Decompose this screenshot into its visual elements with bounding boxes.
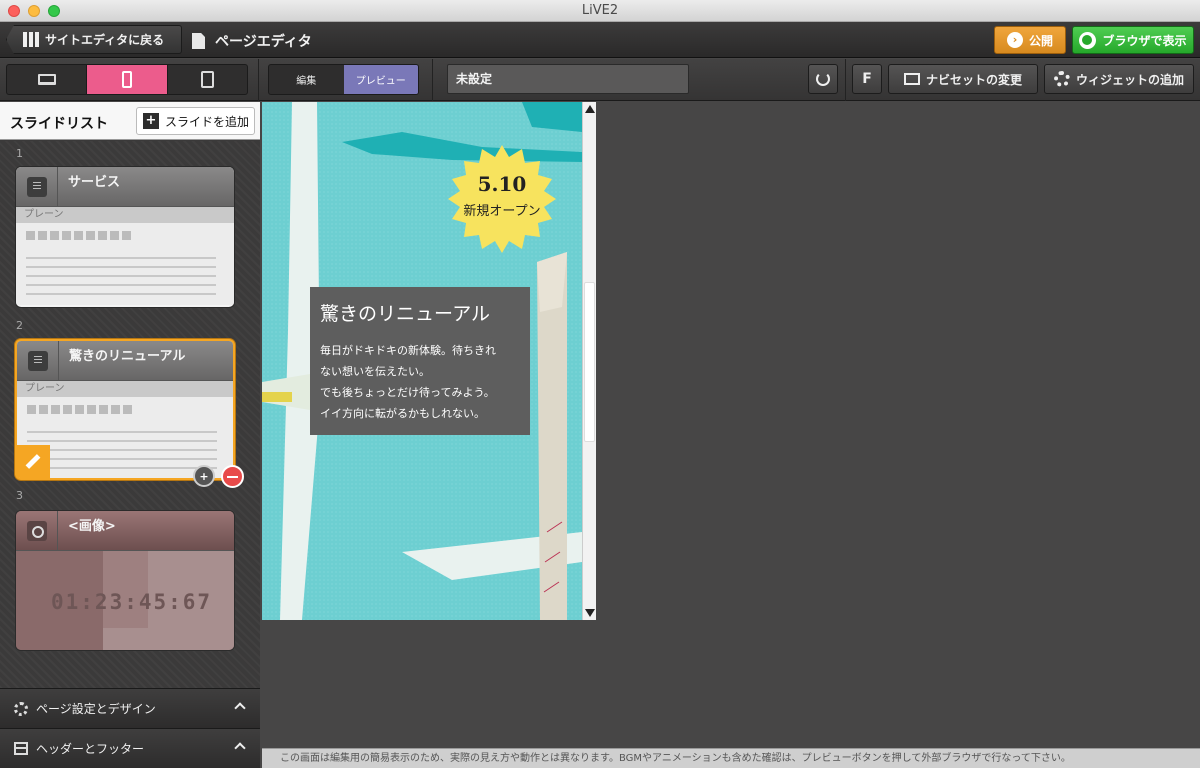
header-footer-icon — [14, 742, 28, 755]
publish-button[interactable]: › 公開 — [994, 26, 1066, 54]
slide-card-service[interactable]: サービス プレーン — [15, 166, 235, 308]
tablet-view-button[interactable] — [168, 65, 247, 94]
page-icon — [192, 33, 205, 49]
app-window: LiVE2 サイトエディタに戻る ページエディタ › 公開 ブラウザで表示 編集… — [0, 0, 1200, 768]
header-footer-label: ヘッダーとフッター — [36, 742, 145, 756]
camera-icon — [26, 521, 47, 541]
navset-label: ナビセットの変更 — [925, 72, 1022, 87]
chevron-up-icon — [234, 702, 246, 714]
page-editor-title: ページエディタ — [215, 34, 312, 50]
header-footer-panel-toggle[interactable]: ヘッダーとフッター — [0, 728, 260, 768]
slide-card-header: <画像> — [16, 511, 234, 551]
device-switcher — [6, 64, 248, 95]
body-line: 毎日がドキドキの新体験。待ちきれ — [320, 344, 496, 357]
navigation-icon — [903, 73, 920, 85]
duplicate-slide-button[interactable]: + — [193, 465, 215, 487]
scroll-down-arrow-icon[interactable] — [585, 609, 595, 617]
globe-icon — [1079, 31, 1097, 49]
laptop-icon — [37, 74, 56, 85]
preview-body: 毎日がドキドキの新体験。待ちきれ ない想いを伝えたい。 でも後ちょっとだけ待って… — [320, 340, 520, 424]
slide-thumbnail — [16, 223, 234, 305]
slide-title: 驚きのリニューアル — [69, 349, 186, 364]
add-widget-button[interactable]: ウィジェットの追加 — [1044, 64, 1194, 94]
body-line: でも後ちょっとだけ待ってみよう。 — [320, 386, 495, 399]
publish-label: 公開 — [1028, 33, 1053, 48]
browser-label: ブラウザで表示 — [1102, 33, 1187, 48]
preview-mode-button[interactable]: プレビュー — [343, 65, 418, 94]
desktop-view-button[interactable] — [7, 65, 88, 94]
view-in-browser-button[interactable]: ブラウザで表示 — [1072, 26, 1194, 54]
slide-subtitle: プレーン — [16, 207, 234, 223]
slide-number: 1 — [16, 147, 23, 160]
slide-sidebar: スライドリスト + スライドを追加 1 サービス プレーン 2 驚きのリニューア… — [0, 102, 260, 768]
site-editor-icon — [23, 32, 39, 47]
page-settings-panel-toggle[interactable]: ページ設定とデザイン — [0, 688, 260, 728]
body-line: イイ方向に転がるかもしれない。 — [320, 407, 485, 420]
add-slide-label: スライドを追加 — [165, 114, 250, 129]
document-icon — [27, 351, 48, 371]
smartphone-view-button[interactable] — [87, 65, 168, 94]
timer-display: 01:23:45:67 — [51, 590, 213, 614]
scroll-up-arrow-icon[interactable] — [585, 105, 595, 113]
tablet-icon — [200, 71, 214, 88]
edit-slide-button[interactable] — [15, 445, 50, 478]
text-placeholder — [27, 405, 132, 414]
slide-type-icon-box — [17, 341, 59, 381]
page-name-field[interactable]: 未設定 — [447, 64, 689, 94]
toolbar-divider — [845, 59, 846, 101]
refresh-icon — [816, 72, 830, 86]
slide-type-icon-box — [16, 167, 58, 207]
slide-title: サービス — [68, 175, 121, 190]
refresh-button[interactable] — [808, 64, 838, 94]
slide-subtitle: プレーン — [17, 381, 233, 397]
widget-label: ウィジェットの追加 — [1075, 72, 1184, 87]
publish-icon: › — [1006, 32, 1023, 48]
back-button-label: サイトエディタに戻る — [45, 33, 165, 47]
gear-icon — [14, 701, 28, 716]
window-title: LiVE2 — [581, 3, 619, 18]
preview-scrollbar[interactable] — [582, 102, 596, 620]
slide-number: 3 — [16, 489, 23, 502]
mode-switcher: 編集 プレビュー — [268, 64, 419, 95]
text-lines-placeholder — [26, 250, 216, 298]
text-placeholder — [26, 231, 131, 240]
pencil-icon — [25, 454, 40, 469]
body-line: ない想いを伝えたい。 — [320, 365, 430, 378]
chevron-up-icon — [234, 742, 246, 754]
slide-card-image[interactable]: <画像> 01:23:45:67 — [15, 510, 235, 651]
change-navset-button[interactable]: ナビセットの変更 — [888, 64, 1038, 94]
slide-card-header: サービス — [16, 167, 234, 207]
font-button[interactable]: F — [852, 64, 882, 94]
slide-list-header: スライドリスト + スライドを追加 — [0, 102, 260, 140]
toolbar-divider — [432, 59, 433, 101]
slide-number: 2 — [16, 319, 23, 332]
back-to-site-editor-button[interactable]: サイトエディタに戻る — [6, 25, 182, 54]
page-settings-label: ページ設定とデザイン — [36, 702, 156, 716]
slide-title: <画像> — [68, 519, 116, 534]
image-thumbnail: 01:23:45:67 — [16, 551, 234, 650]
preview-headline: 驚きのリニューアル — [320, 303, 491, 325]
plus-icon: + — [143, 113, 159, 129]
toolbar-divider — [258, 59, 259, 101]
badge-date: 5.10 — [477, 172, 527, 196]
slide-list-title: スライドリスト — [10, 116, 108, 132]
badge-content: 5.10 新規オープン — [446, 172, 558, 219]
renewal-text-box: 驚きのリニューアル 毎日がドキドキの新体験。待ちきれ ない想いを伝えたい。 でも… — [310, 287, 530, 435]
slide-card-header: 驚きのリニューアル — [17, 341, 233, 381]
slide-type-icon-box — [16, 511, 58, 551]
gear-icon — [1053, 71, 1070, 87]
scroll-thumb[interactable] — [584, 282, 595, 442]
edit-mode-button[interactable]: 編集 — [269, 65, 344, 94]
slide-list: 1 サービス プレーン 2 驚きのリニューアル プレーン 3 <画像> 01:2… — [0, 141, 260, 688]
badge-label: 新規オープン — [463, 204, 541, 219]
text-lines-placeholder — [27, 424, 217, 472]
add-slide-button[interactable]: + スライドを追加 — [136, 107, 255, 135]
status-bar: この画面は編集用の簡易表示のため、実際の見え方や動作とは異なります。BGMやアニ… — [262, 748, 1200, 768]
remove-slide-button[interactable] — [221, 465, 244, 488]
title-bar: LiVE2 — [0, 0, 1200, 22]
document-icon — [26, 177, 47, 197]
smartphone-icon — [121, 71, 132, 88]
